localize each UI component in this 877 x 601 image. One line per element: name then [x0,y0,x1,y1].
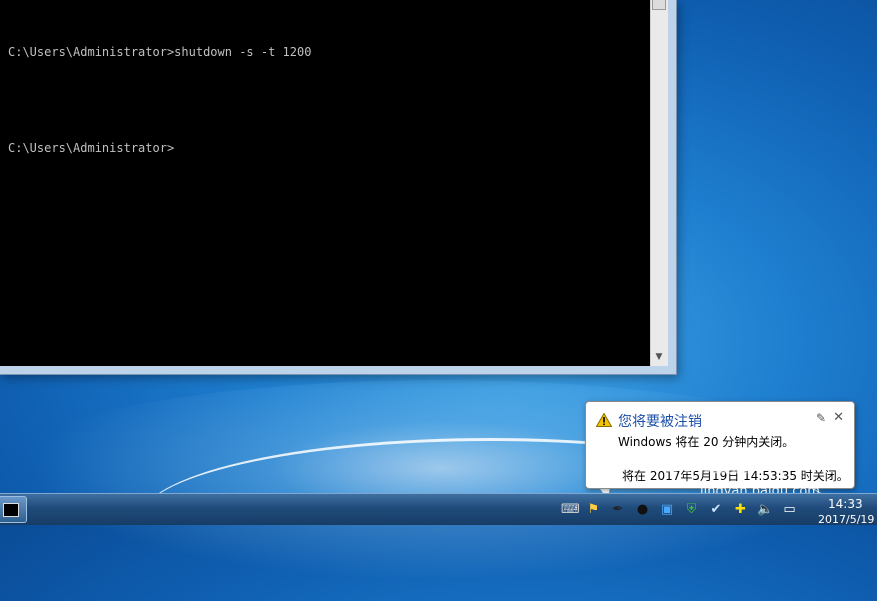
vertical-scrollbar[interactable]: ▼ [650,0,668,366]
options-icon[interactable]: ✎ [816,411,826,425]
network-icon[interactable]: ▭ [782,502,798,518]
console-line: C:\Users\Administrator>shutdown -s -t 12… [8,45,312,59]
app-icon[interactable]: ▣ [659,502,675,518]
keyboard-icon[interactable]: ⌨ [561,502,580,518]
clock-date[interactable]: 2017/5/19 [818,513,874,526]
console-output[interactable]: C:\Users\Administrator>shutdown -s -t 12… [0,0,650,366]
cmd-icon [3,503,19,517]
notification-message: Windows 将在 20 分钟内关闭。 [618,435,795,449]
network-check-icon[interactable]: ✔ [708,502,724,518]
cmd-window[interactable]: C:\Users\Administrator>shutdown -s -t 12… [0,0,677,375]
console-prompt: C:\Users\Administrator> [8,141,175,155]
notification-title: 您将要被注销 [618,414,702,430]
taskbar: ⌨ ⚑ ✒ ● ▣ ⛨ ✔ ✚ 🔈 ▭ 14:33 2017/5/19 [0,493,877,526]
warning-icon [596,413,612,427]
feather-icon[interactable]: ✒ [610,502,626,518]
scroll-thumb[interactable] [652,0,666,10]
close-icon[interactable]: ✕ [833,410,844,425]
volume-icon[interactable]: 🔈 [757,502,773,518]
notification-detail: 将在 2017年5月19日 14:53:35 时关闭。 [622,469,849,483]
flag-icon[interactable]: ⚑ [586,502,602,518]
plus-icon[interactable]: ✚ [733,502,749,518]
scroll-down-arrow-icon[interactable]: ▼ [651,350,667,364]
clock-time[interactable]: 14:33 [828,497,863,511]
cmd-taskbar-button[interactable] [0,496,27,523]
qq-penguin-icon[interactable]: ● [635,502,651,518]
shield-icon[interactable]: ⛨ [684,502,700,518]
shutdown-notification[interactable]: 您将要被注销 Windows 将在 20 分钟内关闭。 将在 2017年5月19… [585,401,855,489]
